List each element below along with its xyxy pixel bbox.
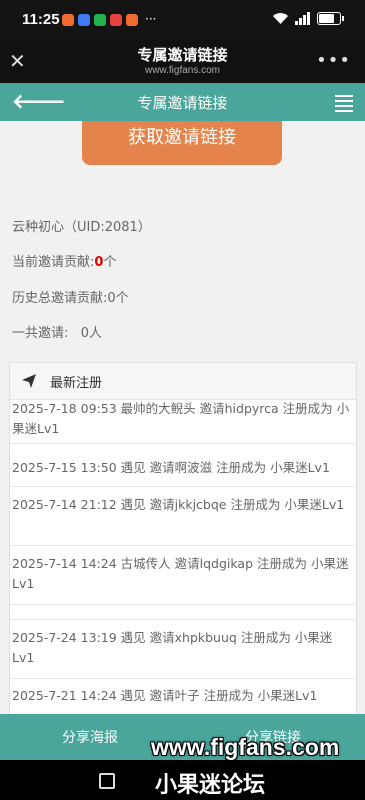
more-notifications-icon: ···	[145, 12, 157, 26]
share-poster-button[interactable]: 分享海报	[62, 727, 118, 747]
user-info: 云种初心（UID:2081）	[12, 220, 151, 235]
current-contribution-unit: 个	[103, 255, 117, 270]
list-item: 2025-7-14 14:24 古城传人 邀请lqdgikap 注册成为 小果迷…	[12, 556, 349, 591]
divider	[10, 678, 356, 679]
list-item: 2025-7-21 14:24 遇见 邀请叶子 注册成为 小果迷Lv1	[12, 688, 318, 703]
paper-plane-icon	[22, 374, 36, 388]
list-item: 2025-7-24 13:19 遇见 邀请xhpkbuuq 注册成为 小果迷Lv…	[12, 630, 333, 665]
list-item: 2025-7-18 09:53 最帅的大鲵头 邀请hidpyrca 注册成为 小…	[12, 401, 350, 436]
app-notification-icon	[110, 14, 122, 26]
watermark-site: www.figfans.com	[151, 734, 340, 760]
battery-icon	[317, 12, 344, 25]
webview-title: 专属邀请链接	[137, 46, 228, 64]
app-notification-icon	[78, 14, 90, 26]
total-contribution: 历史总邀请贡献:0个	[12, 291, 129, 306]
divider	[10, 443, 356, 444]
list-item: 2025-7-15 13:50 遇见 邀请啊波滋 注册成为 小果迷Lv1	[12, 460, 330, 475]
recents-square-icon[interactable]	[99, 773, 115, 789]
divider	[10, 604, 356, 605]
signal-icon	[295, 12, 310, 25]
app-notification-icon	[62, 14, 74, 26]
more-icon[interactable]: •••	[316, 50, 351, 71]
wifi-icon	[273, 13, 288, 24]
app-notification-icon	[126, 14, 138, 26]
current-contribution-label: 当前邀请贡献:	[12, 255, 95, 270]
total-invites: 一共邀请: 0人	[12, 326, 103, 341]
list-menu-icon[interactable]	[335, 95, 353, 115]
status-bar: 11:25 ···	[0, 0, 365, 40]
panel-title: 最新注册	[50, 375, 103, 391]
divider	[10, 545, 356, 546]
recent-registrations-panel: 最新注册 2025-7-18 09:53 最帅的大鲵头 邀请hidpyrca 注…	[9, 362, 357, 724]
list-item: 2025-7-14 21:12 遇见 邀请jkkjcbqe 注册成为 小果迷Lv…	[12, 497, 345, 512]
page-navbar: 🡐 专属邀请链接	[0, 83, 365, 121]
status-time: 11:25	[22, 11, 60, 28]
status-right	[272, 12, 344, 25]
current-contribution: 当前邀请贡献:0个	[12, 251, 116, 270]
webview-header: ✕ 专属邀请链接 www.figfans.com •••	[0, 40, 365, 83]
divider	[10, 486, 356, 487]
panel-header: 最新注册	[10, 363, 356, 400]
notification-icons: ···	[62, 12, 157, 26]
webview-url: www.figfans.com	[144, 65, 221, 76]
page-title: 专属邀请链接	[137, 94, 228, 112]
watermark-name: 小果迷论坛	[155, 773, 266, 798]
get-invite-link-button[interactable]: 获取邀请链接	[82, 121, 282, 165]
divider	[10, 619, 356, 620]
wechat-icon	[94, 14, 106, 26]
